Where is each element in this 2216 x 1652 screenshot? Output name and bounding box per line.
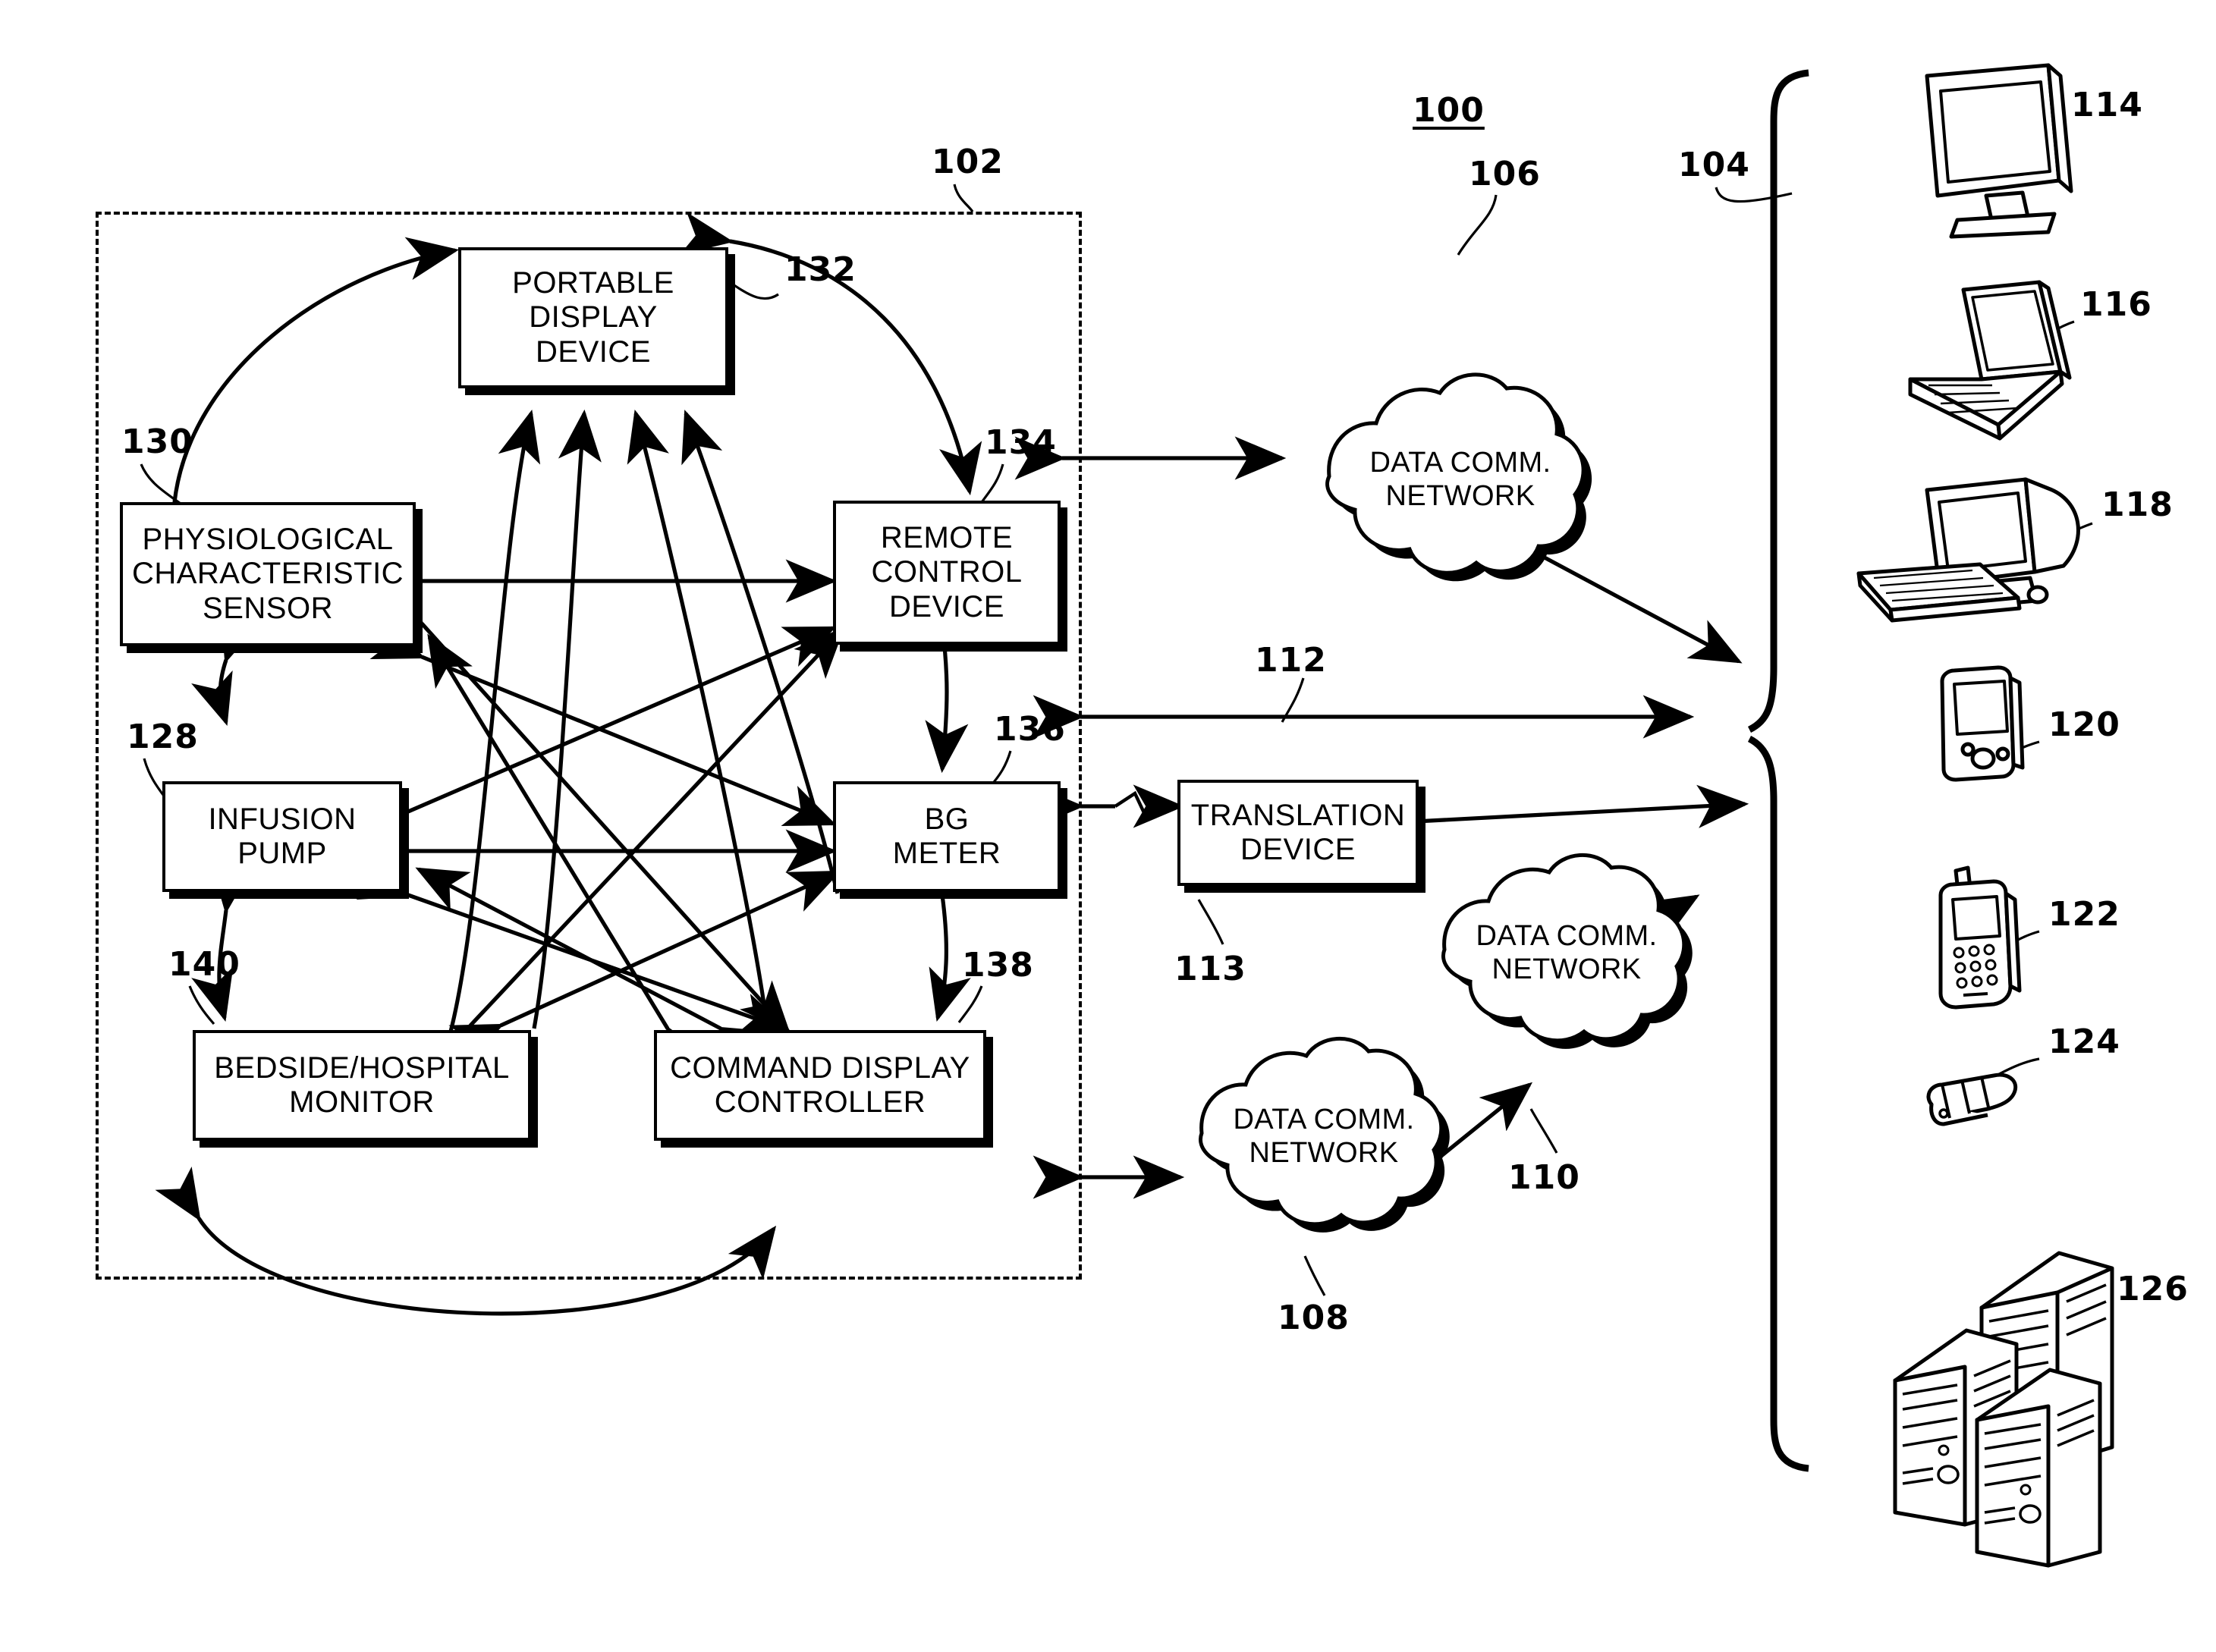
servers-icon: [1893, 1251, 2114, 1568]
patent-figure: 100 102 104 106 108 110 112 113 114 116 …: [0, 0, 2216, 1652]
desktop-computer-icon: [1856, 477, 2080, 623]
monitor-icon: [1925, 63, 2073, 239]
pda-icon: [1940, 665, 2025, 782]
laptop-icon: [1908, 280, 2072, 441]
mobile-phone-icon: [1938, 865, 2022, 1010]
flip-phone-icon: [1926, 1073, 2018, 1126]
remote-device-icons: [1856, 63, 2114, 1568]
